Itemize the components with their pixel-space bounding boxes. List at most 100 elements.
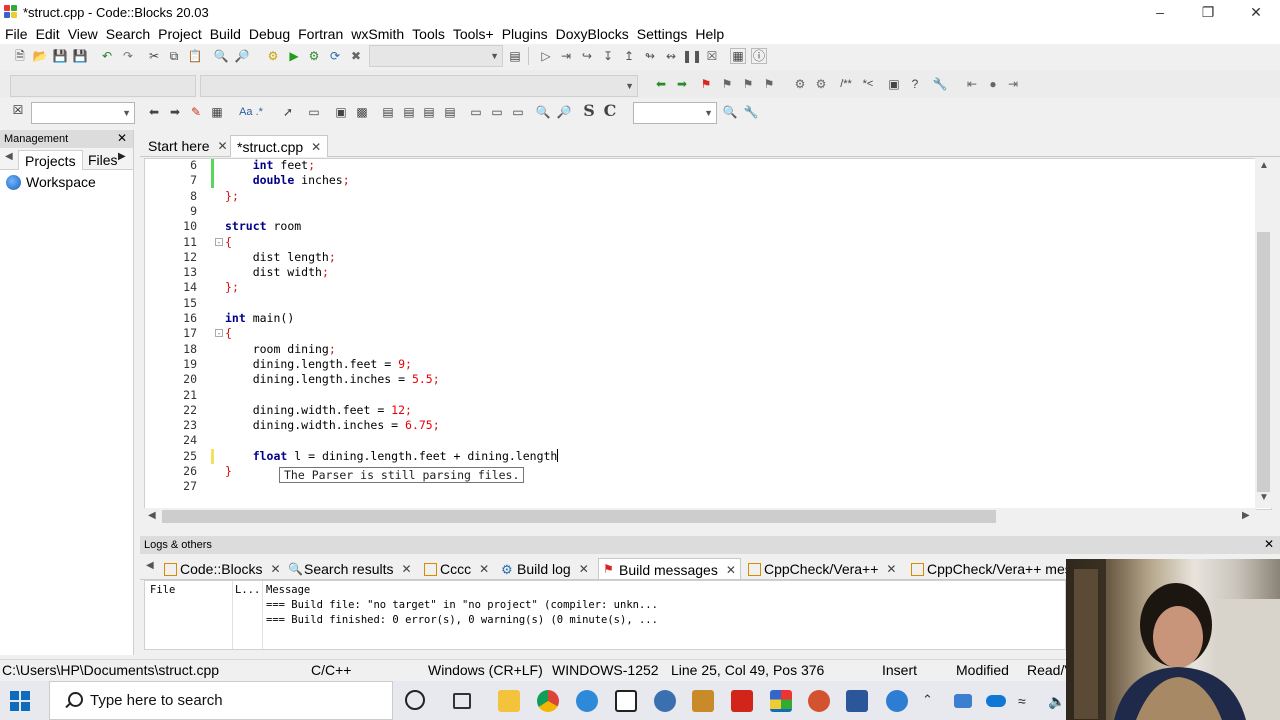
log-tab-codeblocks[interactable]: Code::Blocks ✕ — [160, 558, 285, 579]
stop-debug-icon[interactable]: ☒ — [704, 48, 720, 64]
replace-icon[interactable]: 🔎 — [234, 48, 250, 64]
incremental-search-input[interactable]: ▼ — [31, 102, 135, 124]
code-line[interactable]: 21 — [145, 388, 1245, 403]
taskbar-search-box[interactable]: Type here to search — [49, 681, 393, 720]
code-line[interactable]: 11 -{ — [145, 235, 1245, 250]
menu-plugins[interactable]: Plugins — [499, 26, 551, 42]
wifi-icon[interactable]: ≈ — [1018, 693, 1036, 709]
pointer-icon[interactable]: ➚ — [280, 104, 296, 120]
clear-search-icon[interactable]: ☒ — [10, 102, 26, 118]
chrome-icon[interactable] — [537, 690, 559, 712]
menu-project[interactable]: Project — [155, 26, 205, 42]
file-explorer-icon[interactable] — [498, 690, 520, 712]
step-instruction-icon[interactable]: ↭ — [663, 48, 679, 64]
doxy-line-comment-icon[interactable]: *< — [860, 76, 876, 92]
highlight-icon[interactable]: ✎ — [188, 104, 204, 120]
shape-a-icon[interactable]: ▭ — [468, 104, 484, 120]
acrobat-icon[interactable] — [731, 690, 753, 712]
menu-search[interactable]: Search — [103, 26, 153, 42]
log-tab-cppcheck-messages[interactable]: CppCheck/Vera++ mes — [907, 558, 1076, 579]
menu-view[interactable]: View — [65, 26, 101, 42]
cut-icon[interactable]: ✂ — [146, 48, 162, 64]
paint-icon[interactable] — [692, 690, 714, 712]
code-line[interactable]: 12 dist length; — [145, 250, 1245, 265]
menu-help[interactable]: Help — [692, 26, 727, 42]
close-tab-icon[interactable]: ✕ — [726, 563, 736, 577]
debug-info-icon[interactable]: ⓘ — [751, 48, 767, 64]
code-line[interactable]: 22 dining.width.feet = 12; — [145, 403, 1245, 418]
doxy-help-icon[interactable]: ? — [907, 76, 923, 92]
browser-icon[interactable] — [654, 690, 676, 712]
build-and-run-icon[interactable]: ⚙ — [306, 48, 322, 64]
find-icon[interactable]: 🔍 — [213, 48, 229, 64]
doxy-config-icon[interactable]: 🔧 — [932, 76, 948, 92]
horizontal-scroll-thumb[interactable] — [162, 510, 996, 523]
next-line-icon[interactable]: ↪ — [579, 48, 595, 64]
editor-vertical-scrollbar[interactable]: ▲ ▼ — [1255, 158, 1272, 508]
pause-icon[interactable]: ❚❚ — [682, 48, 702, 64]
code-line[interactable]: 9 — [145, 204, 1245, 219]
search-settings-icon[interactable]: 🔧 — [743, 104, 759, 120]
logs-scroll-left-icon[interactable]: ◀ — [146, 560, 154, 571]
build-message-row[interactable]: === Build finished: 0 error(s), 0 warnin… — [266, 614, 658, 626]
close-tab-icon[interactable]: ✕ — [311, 140, 321, 154]
strikeout-s-icon[interactable]: S — [581, 103, 597, 119]
rebuild-icon[interactable]: ⟳ — [327, 48, 343, 64]
editor-horizontal-scrollbar[interactable]: ◀ ▶ — [144, 508, 1256, 525]
regex-icon[interactable]: Aa .* — [232, 104, 270, 120]
log-tab-build-log[interactable]: ⚙ Build log ✕ — [497, 558, 593, 579]
rectangle-icon[interactable]: ▭ — [306, 104, 322, 120]
loop-icon[interactable]: ▤ — [380, 104, 396, 120]
tab-start-here[interactable]: Start here ✕ — [142, 135, 234, 157]
build-target-select[interactable]: ▼ — [369, 45, 503, 67]
find-previous-icon[interactable]: ⬅ — [146, 104, 162, 120]
doxy-wizard-icon[interactable]: ▣ — [886, 76, 902, 92]
step-into-icon[interactable]: ↧ — [600, 48, 616, 64]
log-tab-build-messages[interactable]: ⚑ Build messages ✕ — [598, 558, 741, 579]
tab-scroll-right-icon[interactable]: ▶ — [118, 151, 126, 162]
save-icon[interactable]: 💾 — [52, 48, 68, 64]
fold-toggle-icon[interactable]: - — [215, 329, 223, 338]
shape-b-icon[interactable]: ▭ — [489, 104, 505, 120]
tab-scroll-left-icon[interactable]: ◀ — [5, 151, 13, 162]
build-gear-icon[interactable]: ⚙ — [265, 48, 281, 64]
new-file-icon[interactable]: 🗎 — [12, 48, 28, 64]
close-tab-icon[interactable]: ✕ — [270, 562, 280, 576]
tools-a-icon[interactable]: ⚙ — [792, 76, 808, 92]
scroll-down-icon[interactable]: ▼ — [1259, 492, 1269, 503]
scroll-right-icon[interactable]: ▶ — [1242, 510, 1250, 521]
list-icon[interactable]: ▤ — [442, 104, 458, 120]
code-line[interactable]: 18 room dining; — [145, 342, 1245, 357]
task-view-icon[interactable] — [453, 693, 471, 709]
abort-icon[interactable]: ✖ — [348, 48, 364, 64]
close-tab-icon[interactable]: ✕ — [401, 562, 411, 576]
edge-icon[interactable] — [886, 690, 908, 712]
tab-struct-cpp[interactable]: *struct.cpp ✕ — [230, 135, 329, 157]
redo-icon[interactable]: ↷ — [120, 48, 136, 64]
show-hidden-icons-icon[interactable]: ⌃ — [922, 693, 938, 707]
comment-c-icon[interactable]: C — [602, 103, 618, 119]
debug-windows-icon[interactable]: ▦ — [730, 48, 746, 64]
build-messages-list[interactable]: File L... Message === Build file: "no ta… — [144, 580, 1066, 650]
build-message-row[interactable]: === Build file: "no target" in "no proje… — [266, 599, 658, 611]
code-line[interactable]: 13 dist width; — [145, 265, 1245, 280]
code-line[interactable]: 8}; — [145, 189, 1245, 204]
menu-fortran[interactable]: Fortran — [295, 26, 346, 42]
log-tab-search-results[interactable]: 🔍 Search results ✕ — [284, 558, 416, 579]
symbol-search-icon[interactable]: 🔍 — [722, 104, 738, 120]
code-line[interactable]: 20 dining.length.inches = 5.5; — [145, 372, 1245, 387]
app-icon[interactable] — [576, 690, 598, 712]
doxy-comment-block-icon[interactable]: /** — [838, 76, 854, 92]
prev-icon[interactable]: ⇤ — [964, 76, 980, 92]
code-line[interactable]: 6 int feet; — [145, 159, 1245, 173]
minimize-button[interactable]: – — [1136, 0, 1184, 24]
code-line[interactable]: 19 dining.length.feet = 9; — [145, 357, 1245, 372]
debug-start-icon[interactable]: ▷ — [538, 48, 554, 64]
jump-forward-icon[interactable]: ➡ — [674, 76, 690, 92]
block-icon[interactable]: ▤ — [421, 104, 437, 120]
code-editor[interactable]: 6 int feet; 7 double inches; 8}; 9 10 struct … — [144, 158, 1272, 510]
code-line[interactable]: 24 — [145, 433, 1245, 448]
menu-file[interactable]: File — [2, 26, 31, 42]
fold-toggle-icon[interactable]: - — [215, 237, 223, 246]
run-icon[interactable]: ▶ — [286, 48, 302, 64]
